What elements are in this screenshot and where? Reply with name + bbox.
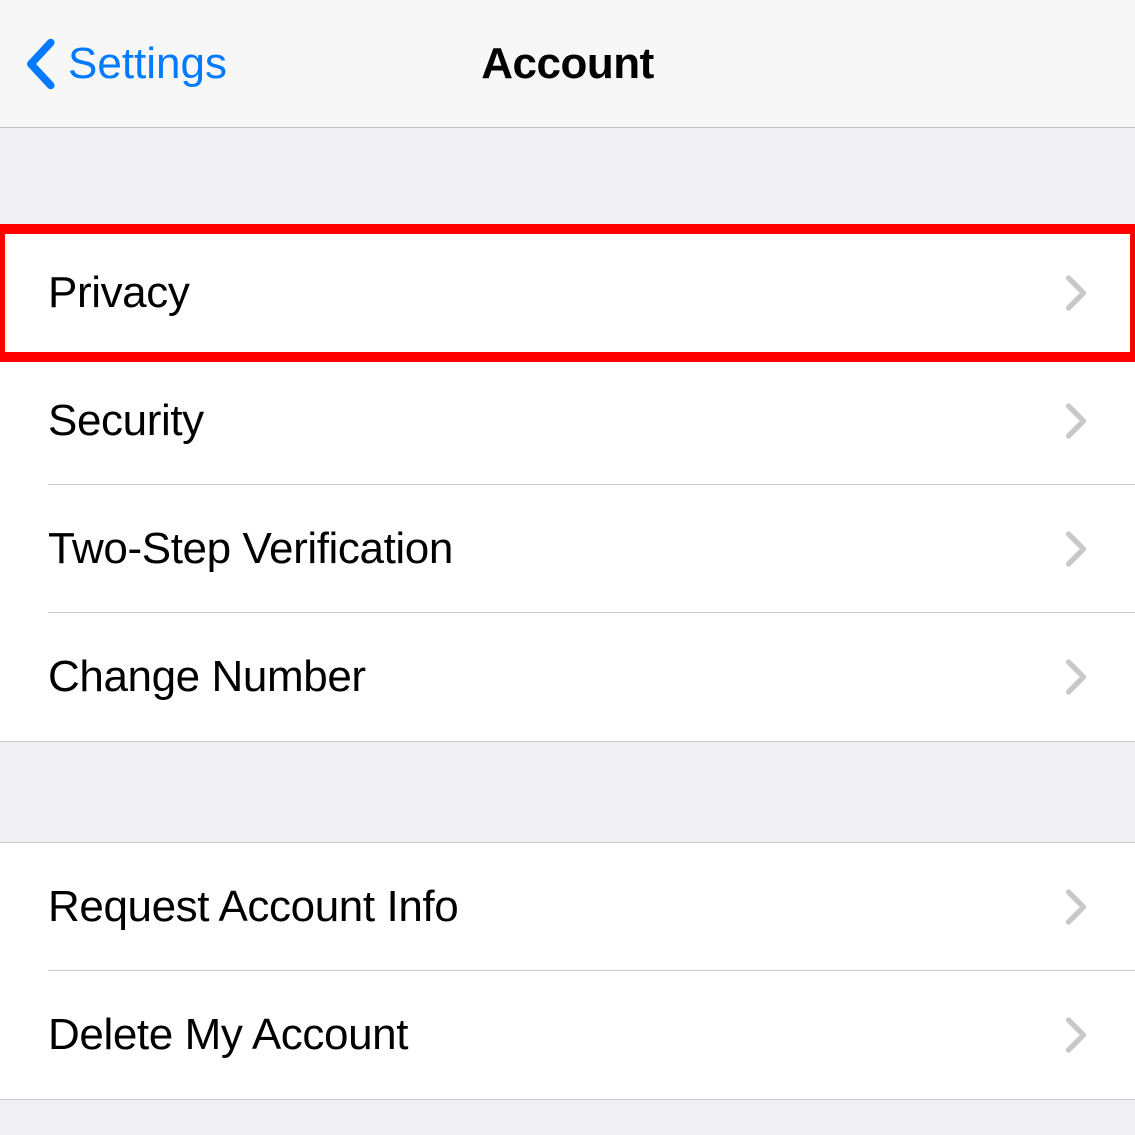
- chevron-right-icon: [1065, 403, 1087, 439]
- list-item-change-number[interactable]: Change Number: [0, 613, 1135, 741]
- list-item-request-account-info[interactable]: Request Account Info: [0, 843, 1135, 971]
- navbar: Settings Account: [0, 0, 1135, 128]
- list-item-label: Request Account Info: [48, 882, 458, 932]
- settings-list-section-1: Privacy Security Two-Step Verification C…: [0, 228, 1135, 742]
- list-item-security[interactable]: Security: [0, 357, 1135, 485]
- list-item-privacy[interactable]: Privacy: [0, 229, 1135, 357]
- back-button[interactable]: Settings: [24, 0, 227, 127]
- list-item-label: Change Number: [48, 652, 366, 702]
- list-item-delete-my-account[interactable]: Delete My Account: [0, 971, 1135, 1099]
- section-gap: [0, 742, 1135, 842]
- chevron-right-icon: [1065, 275, 1087, 311]
- list-item-label: Two-Step Verification: [48, 524, 453, 574]
- settings-list-section-2: Request Account Info Delete My Account: [0, 842, 1135, 1100]
- page-title: Account: [481, 39, 654, 89]
- chevron-right-icon: [1065, 659, 1087, 695]
- back-label: Settings: [68, 39, 227, 89]
- section-gap: [0, 128, 1135, 228]
- chevron-right-icon: [1065, 889, 1087, 925]
- chevron-right-icon: [1065, 531, 1087, 567]
- list-item-label: Delete My Account: [48, 1010, 408, 1060]
- list-item-label: Security: [48, 396, 204, 446]
- list-item-two-step-verification[interactable]: Two-Step Verification: [0, 485, 1135, 613]
- chevron-left-icon: [24, 38, 56, 90]
- chevron-right-icon: [1065, 1017, 1087, 1053]
- list-item-label: Privacy: [48, 268, 189, 318]
